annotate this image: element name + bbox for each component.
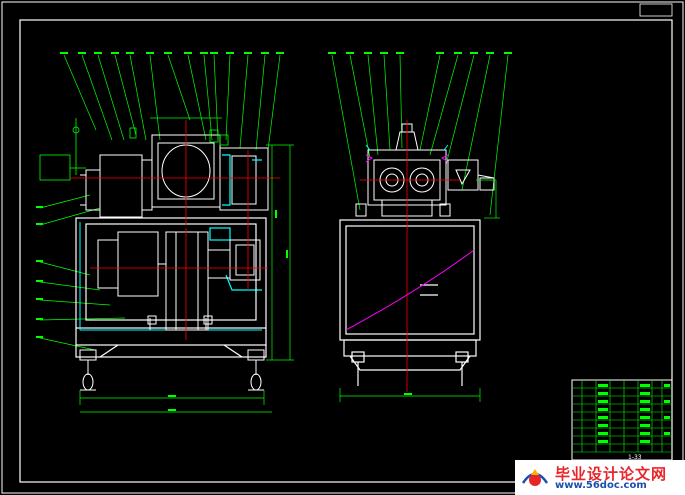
motor bbox=[97, 231, 261, 331]
side-dimensions bbox=[339, 179, 500, 402]
side-cabinet bbox=[339, 219, 481, 386]
front-view bbox=[36, 52, 294, 413]
front-centerlines bbox=[70, 120, 280, 340]
corner-tag bbox=[639, 3, 673, 17]
side-hidden-curve bbox=[345, 249, 475, 331]
watermark: 毕业设计论文网 www.56doc.com bbox=[515, 460, 685, 495]
side-leaders bbox=[331, 54, 509, 216]
roll-housing bbox=[355, 123, 451, 217]
side-dim-labels bbox=[404, 393, 412, 395]
front-dimensions bbox=[79, 117, 294, 413]
side-view bbox=[328, 52, 512, 402]
side-leader-tags bbox=[328, 52, 512, 54]
title-block: 1-33 bbox=[571, 379, 673, 461]
base-outline-cyan bbox=[79, 222, 262, 331]
feet bbox=[79, 349, 265, 391]
watermark-logo-icon bbox=[521, 469, 549, 486]
side-centerlines bbox=[360, 120, 460, 392]
front-leader-tags bbox=[60, 52, 284, 54]
cad-drawing: 1-33 bbox=[1, 1, 684, 494]
side-bracket bbox=[447, 159, 495, 191]
front-dim-labels bbox=[36, 206, 288, 411]
watermark-url: www.56doc.com bbox=[555, 480, 647, 491]
front-leaders bbox=[63, 54, 281, 151]
